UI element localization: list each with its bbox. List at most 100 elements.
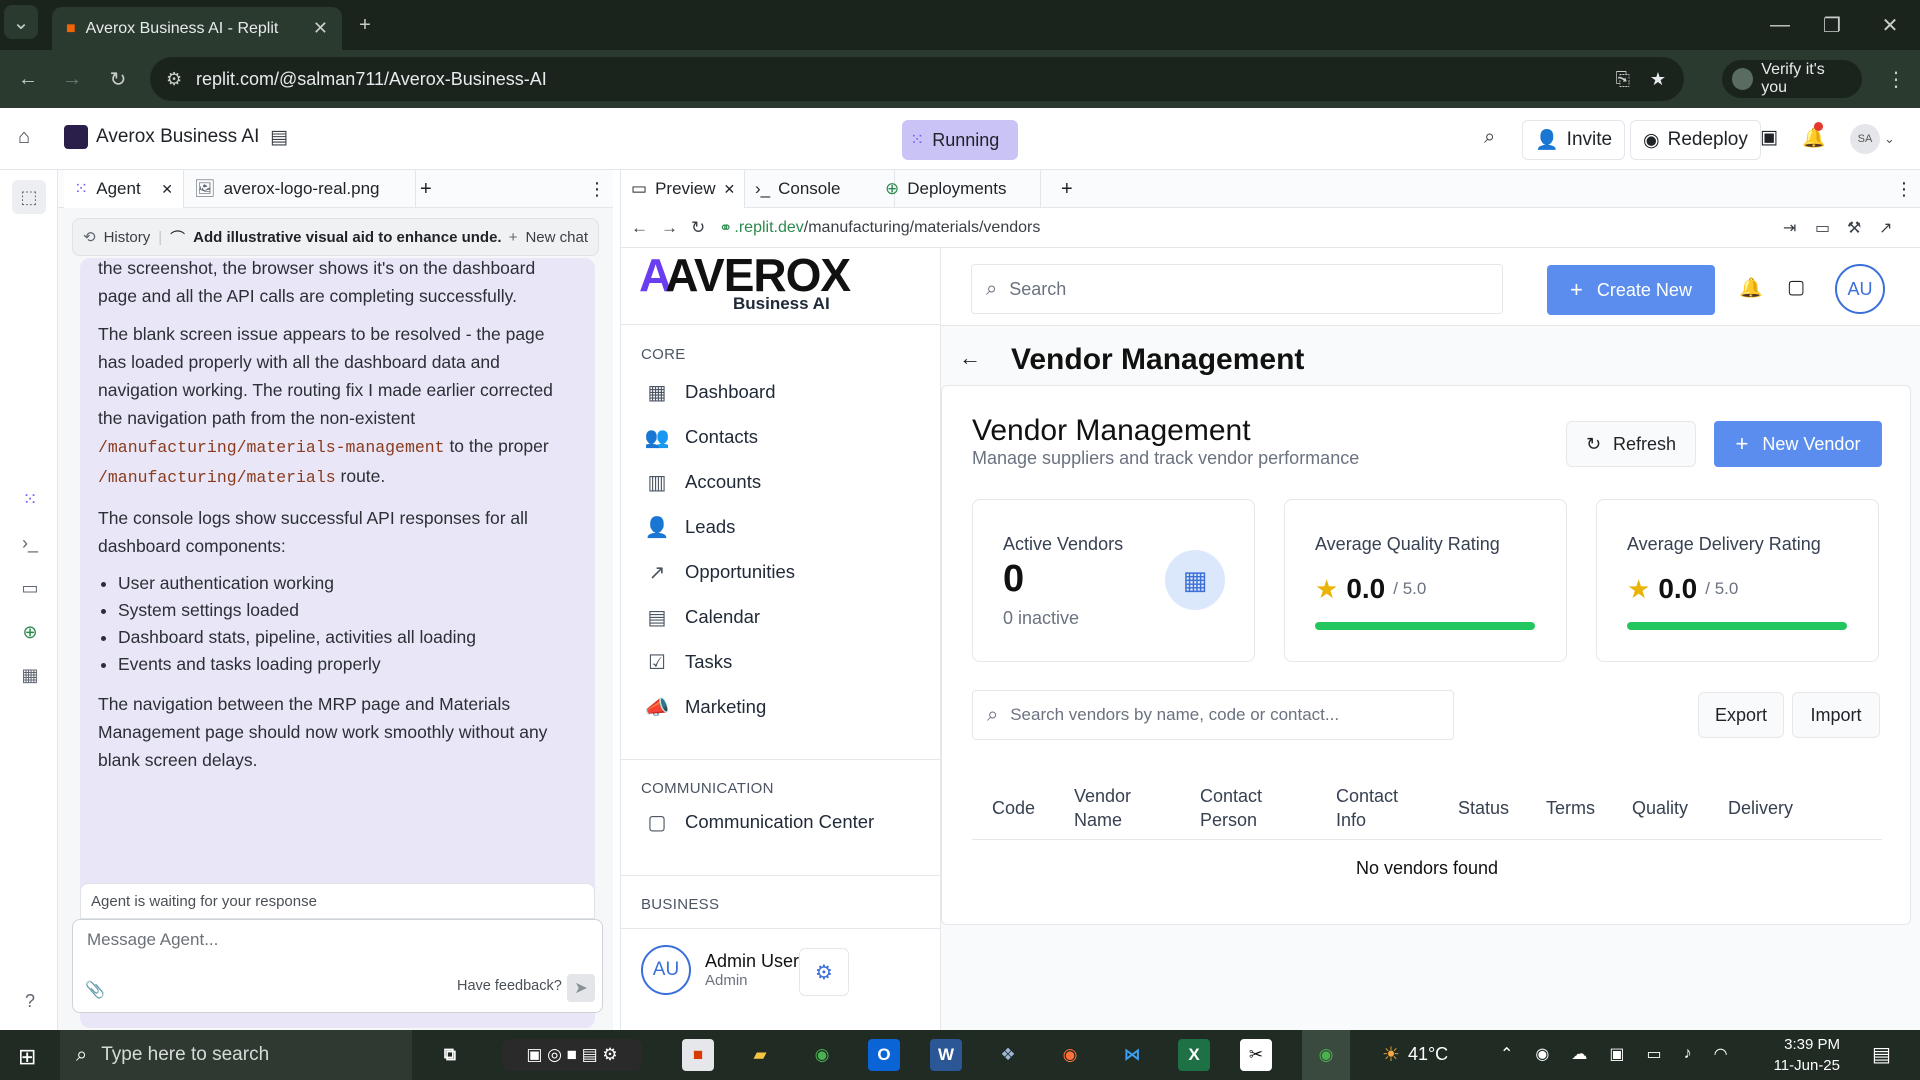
- close-window-icon[interactable]: ✕: [1870, 5, 1910, 45]
- bookmark-star-icon[interactable]: ★: [1650, 69, 1666, 90]
- cloud-icon[interactable]: ☁: [1571, 1044, 1587, 1064]
- attach-icon[interactable]: 📎: [85, 980, 105, 1000]
- message-input[interactable]: Message Agent...: [87, 930, 218, 950]
- windows-start-icon[interactable]: ⊞: [18, 1044, 36, 1070]
- outlook-icon[interactable]: O: [868, 1039, 900, 1071]
- nav-item-communication-center[interactable]: ▢ Communication Center: [645, 803, 875, 841]
- search-icon[interactable]: ⌕: [1484, 126, 1495, 149]
- record-icon[interactable]: ◉: [1535, 1044, 1549, 1064]
- close-tab-icon[interactable]: ✕: [161, 181, 173, 198]
- clock[interactable]: 3:39 PM 11-Jun-25: [1760, 1034, 1840, 1076]
- new-vendor-button[interactable]: + New Vendor: [1714, 421, 1882, 467]
- device-icon[interactable]: ▭: [1815, 218, 1830, 238]
- browser-tab[interactable]: ■ Averox Business AI - Replit ✕: [52, 7, 342, 50]
- close-tab-icon[interactable]: ✕: [724, 181, 736, 198]
- send-icon[interactable]: ➤: [567, 974, 595, 1002]
- message-icon[interactable]: ▢: [1787, 276, 1805, 299]
- external-link-icon[interactable]: ↗: [1879, 218, 1892, 238]
- help-icon[interactable]: ?: [17, 988, 43, 1014]
- volume-icon[interactable]: ♪: [1684, 1045, 1692, 1063]
- redeploy-button[interactable]: ◉ Redeploy: [1630, 120, 1761, 160]
- back-icon[interactable]: ←: [631, 218, 648, 238]
- snipping-toolbar[interactable]: ▣ ◎ ■ ▤ ⚙: [502, 1039, 642, 1071]
- all-tools-icon[interactable]: ▦: [17, 662, 43, 688]
- reload-icon[interactable]: ↻: [98, 59, 138, 99]
- run-status-button[interactable]: ⁙ Running: [902, 120, 1018, 160]
- back-icon[interactable]: ←: [8, 59, 48, 99]
- nav-item-accounts[interactable]: ▥ Accounts: [645, 463, 762, 501]
- invite-button[interactable]: 👤 Invite: [1522, 120, 1626, 160]
- wifi-icon[interactable]: ◠: [1714, 1044, 1728, 1064]
- refresh-button[interactable]: ↻ Refresh: [1566, 421, 1696, 467]
- word-icon[interactable]: W: [930, 1039, 962, 1071]
- reload-icon[interactable]: ↻: [691, 218, 705, 238]
- create-new-button[interactable]: + Create New: [1547, 265, 1715, 315]
- forward-icon[interactable]: →: [52, 59, 92, 99]
- project-info-icon[interactable]: ▤: [270, 126, 288, 149]
- preview-icon[interactable]: ▭: [17, 575, 43, 601]
- nav-item-dashboard[interactable]: ▦ Dashboard: [645, 373, 776, 411]
- install-app-icon[interactable]: ⎘: [1616, 69, 1630, 90]
- forward-icon[interactable]: →: [661, 218, 678, 238]
- vscode-icon[interactable]: ⋈: [1116, 1039, 1148, 1071]
- preview-url[interactable]: ⚭ .replit.dev /manufacturing/materials/v…: [719, 218, 1040, 238]
- settings-gear-icon[interactable]: ⚙: [799, 948, 849, 996]
- new-tab-button[interactable]: +: [410, 170, 442, 208]
- console-icon[interactable]: ›_: [17, 530, 43, 556]
- nav-item-calendar[interactable]: ▤ Calendar: [645, 598, 761, 636]
- new-tab-button[interactable]: +: [1051, 170, 1083, 208]
- firefox-icon[interactable]: ◉: [1054, 1039, 1086, 1071]
- chrome-active-icon[interactable]: ◉: [1302, 1030, 1350, 1080]
- minimize-icon[interactable]: —: [1760, 5, 1800, 45]
- omnibox[interactable]: ⚙ replit.com/@salman711/Averox-Business-…: [150, 57, 1684, 101]
- nav-item-tasks[interactable]: ☑ Tasks: [645, 643, 732, 681]
- deployments-icon[interactable]: ⊕: [17, 619, 43, 645]
- screen-icon[interactable]: ▣: [1609, 1044, 1624, 1064]
- home-icon[interactable]: ⌂: [18, 126, 30, 149]
- tab-search-icon[interactable]: ⌄: [4, 5, 38, 39]
- notifications-icon[interactable]: 🔔: [1802, 122, 1826, 150]
- nav-item-marketing[interactable]: 📣 Marketing: [645, 688, 767, 726]
- site-info-icon[interactable]: ⚙: [166, 69, 182, 90]
- new-tab-icon[interactable]: +: [345, 5, 385, 45]
- restore-icon[interactable]: ❐: [1812, 5, 1852, 45]
- feedback-link[interactable]: Have feedback?: [457, 978, 562, 994]
- history-button[interactable]: History: [104, 229, 151, 246]
- header-avatar[interactable]: AU: [1835, 264, 1885, 314]
- tab-console[interactable]: ›_ Console: [745, 170, 895, 208]
- import-button[interactable]: Import: [1792, 692, 1880, 738]
- export-button[interactable]: Export: [1698, 692, 1784, 738]
- chrome-icon[interactable]: ◉: [806, 1039, 838, 1071]
- excel-icon[interactable]: X: [1178, 1039, 1210, 1071]
- chevron-up-icon[interactable]: ⌃: [1500, 1044, 1513, 1064]
- tab-deployments[interactable]: ⊕ Deployments: [875, 170, 1041, 208]
- multiplayer-icon[interactable]: ▣: [1760, 126, 1778, 149]
- devtools-icon[interactable]: ⚒: [1847, 218, 1861, 238]
- task-view-icon[interactable]: ⧉: [434, 1039, 466, 1071]
- tab-preview[interactable]: ▭ Preview ✕: [621, 170, 745, 208]
- tab-logo-file[interactable]: 🖼 averox-logo-real.png: [184, 170, 416, 208]
- bell-icon[interactable]: 🔔: [1739, 276, 1763, 300]
- more-options-icon[interactable]: ⋮: [1885, 170, 1920, 208]
- verify-button[interactable]: Verify it's you: [1722, 60, 1862, 98]
- battery-icon[interactable]: ▭: [1647, 1044, 1662, 1064]
- chat-title[interactable]: Add illustrative visual aid to enhance u…: [193, 229, 501, 246]
- store-icon[interactable]: ■: [682, 1039, 714, 1071]
- nav-item-opportunities[interactable]: ↗ Opportunities: [645, 553, 795, 591]
- open-arrow-icon[interactable]: ⇥: [1783, 218, 1796, 238]
- app-icon[interactable]: ❖: [992, 1039, 1024, 1071]
- back-arrow-icon[interactable]: ←: [959, 345, 981, 371]
- project-title[interactable]: Averox Business AI: [64, 125, 259, 149]
- chrome-menu-icon[interactable]: ⋮: [1876, 59, 1916, 99]
- weather-widget[interactable]: ☀ 41°C: [1382, 1042, 1448, 1067]
- nav-item-contacts[interactable]: 👥 Contacts: [645, 418, 758, 456]
- file-explorer-icon[interactable]: ▰: [744, 1039, 776, 1071]
- notification-center-icon[interactable]: ▤: [1872, 1042, 1891, 1067]
- global-search-input[interactable]: ⌕ Search: [971, 264, 1503, 314]
- panel-select-icon[interactable]: ⬚: [12, 180, 46, 214]
- close-tab-icon[interactable]: ✕: [313, 18, 328, 39]
- tab-agent[interactable]: ⁙ Agent ✕: [64, 170, 184, 208]
- user-profile[interactable]: AU Admin User Admin: [641, 945, 799, 995]
- taskbar-search-box[interactable]: ⌕ Type here to search: [60, 1030, 412, 1080]
- agent-icon[interactable]: ⁙: [17, 486, 43, 512]
